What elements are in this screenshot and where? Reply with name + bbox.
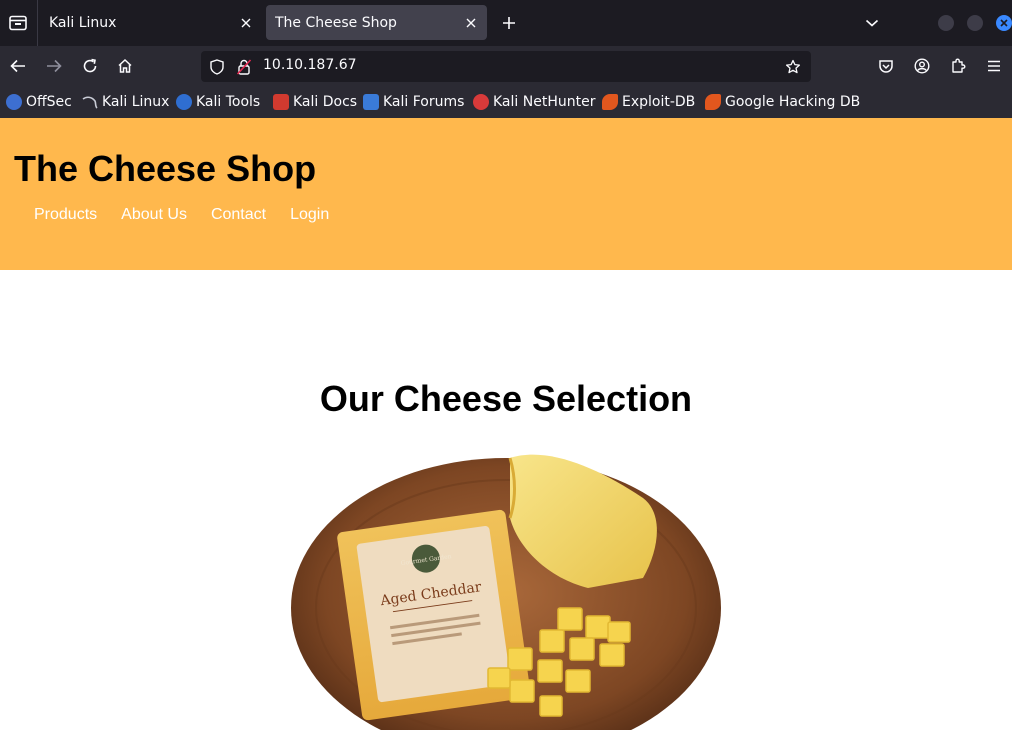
tab-kali-linux[interactable]: Kali Linux [40,5,262,40]
insecure-lock-icon[interactable] [234,57,254,77]
bookmark-label: Kali Tools [196,94,261,110]
tab-separator [37,0,38,46]
bookmark-kali-docs[interactable]: Kali Docs [273,92,357,112]
home-icon [118,58,132,73]
tab-title: The Cheese Shop [275,14,397,31]
bookmark-google-hacking-db[interactable]: Google Hacking DB [705,92,860,112]
bookmark-label: Google Hacking DB [725,94,861,110]
close-icon [1000,19,1008,27]
kali-tools-icon [176,94,192,110]
nav-link-about-us[interactable]: About Us [121,206,187,224]
window-maximize-button[interactable] [967,15,983,31]
bookmark-kali-nethunter[interactable]: Kali NetHunter [473,92,595,112]
bookmark-label: Kali Linux [102,94,170,110]
arrow-left-icon [10,59,25,73]
bookmark-kali-tools[interactable]: Kali Tools [176,92,260,112]
bookmark-label: Exploit-DB [622,94,696,110]
pocket-button[interactable] [872,52,900,80]
plus-icon [503,17,515,29]
browser-nav-bar: 10.10.187.67 [0,46,1012,86]
product-image-aged-cheddar: Gourmet Garden Aged Cheddar [248,438,756,730]
nav-link-contact[interactable]: Contact [211,206,266,224]
tab-title: Kali Linux [49,14,117,31]
kali-dragon-icon [82,94,98,110]
exploit-db-icon [602,94,618,110]
address-bar[interactable]: 10.10.187.67 [201,51,811,82]
bookmark-star-icon[interactable] [781,55,805,79]
bookmark-label: Kali Forums [383,94,465,110]
url-text[interactable]: 10.10.187.67 [263,57,357,73]
browser-tab-bar: Kali Linux The Cheese Shop [0,0,1012,46]
new-tab-button[interactable] [495,9,523,37]
close-icon [241,18,251,27]
chevron-down-icon [865,19,879,27]
puzzle-icon [952,58,966,73]
forward-button[interactable] [40,52,68,80]
site-title: The Cheese Shop [14,148,317,189]
bookmarks-toolbar: OffSec Kali Linux Kali Tools Kali Docs K… [0,86,1012,118]
tab-close-button[interactable] [234,11,258,35]
reload-icon [83,58,97,73]
menu-button[interactable] [980,52,1008,80]
nav-link-login[interactable]: Login [290,206,329,224]
tab-close-button[interactable] [459,11,483,35]
firefox-view-icon [9,15,27,31]
list-all-tabs-button[interactable] [858,9,886,37]
kali-nethunter-icon [473,94,489,110]
reload-button[interactable] [76,52,104,80]
hamburger-menu-icon [988,60,1000,72]
kali-docs-icon [273,94,289,110]
window-close-button[interactable] [996,15,1012,31]
aged-cheddar-package: Gourmet Garden Aged Cheddar [337,509,531,721]
tab-the-cheese-shop[interactable]: The Cheese Shop [266,5,487,40]
offsec-icon [6,94,22,110]
bookmark-label: Kali NetHunter [493,94,596,110]
bookmark-exploit-db[interactable]: Exploit-DB [602,92,695,112]
kali-forums-icon [363,94,379,110]
section-title: Our Cheese Selection [319,378,693,419]
close-icon [466,18,476,27]
pocket-icon [879,60,893,73]
cheese-board-illustration: Gourmet Garden Aged Cheddar [291,454,721,730]
arrow-right-icon [47,59,62,73]
bookmark-offsec[interactable]: OffSec [6,92,72,112]
shield-icon[interactable] [207,57,227,77]
account-button[interactable] [908,52,936,80]
exploit-db-icon [705,94,721,110]
back-button[interactable] [4,52,32,80]
home-button[interactable] [111,52,139,80]
nav-link-products[interactable]: Products [34,206,97,224]
bookmark-kali-forums[interactable]: Kali Forums [363,92,464,112]
firefox-view-button[interactable] [0,0,36,46]
site-header: The Cheese Shop Products About Us Contac… [0,118,1012,270]
extensions-button[interactable] [944,52,972,80]
bookmark-label: Kali Docs [293,94,358,110]
window-minimize-button[interactable] [938,15,954,31]
bookmark-kali-linux[interactable]: Kali Linux [82,92,169,112]
account-icon [914,58,930,74]
bookmark-label: OffSec [26,94,72,110]
site-nav: Products About Us Contact Login [34,206,353,224]
